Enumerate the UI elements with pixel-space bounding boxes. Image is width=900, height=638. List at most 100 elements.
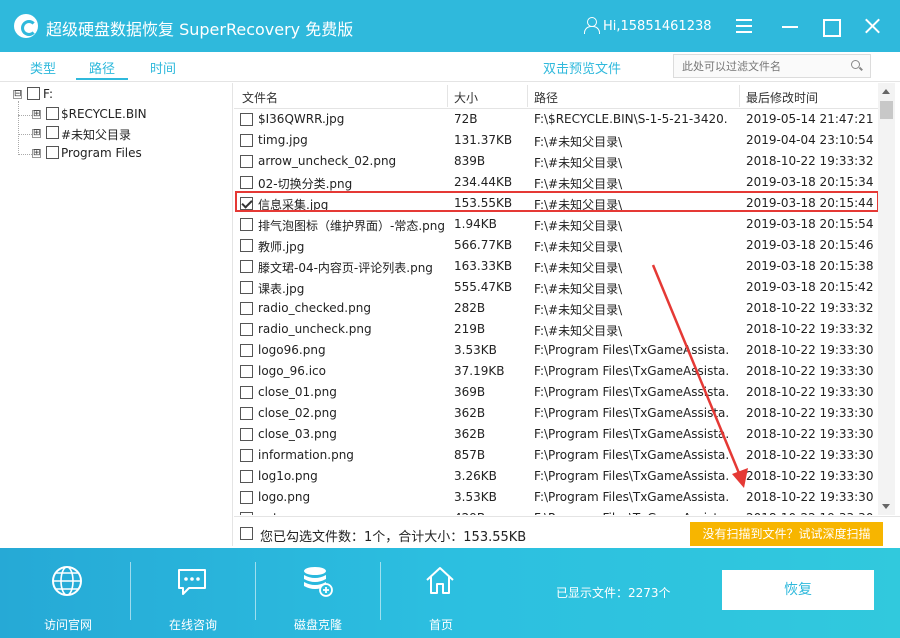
- table-row[interactable]: close_01.png 369B F:\Program Files\TxGameA…: [234, 382, 878, 403]
- row-checkbox[interactable]: [240, 512, 253, 515]
- folder-tree: ⊟ F: ⊞ $RECYCLE.BIN ⊞ #未知父目录 ⊞ Program F…: [0, 83, 233, 546]
- table-row[interactable]: 排气泡图标（维护界面）-常态.png 1.94KB F:\#未知父目录\ 2019-0…: [234, 214, 878, 235]
- row-checkbox[interactable]: [240, 470, 253, 483]
- filter-input[interactable]: [673, 54, 871, 78]
- file-name-cell: log1o.png: [258, 469, 318, 483]
- table-row[interactable]: timg.jpg 131.37KB F:\#未知父目录\ 2019-04-04 23:…: [234, 130, 878, 151]
- user-account[interactable]: Hi,15851461238: [584, 17, 712, 34]
- row-checkbox[interactable]: [240, 134, 253, 147]
- file-time-cell: 2018-10-22 19:33:30: [746, 364, 874, 378]
- column-header-size[interactable]: 大小: [454, 89, 478, 106]
- file-path-cell: F:\#未知父目录\: [534, 261, 623, 275]
- scroll-down-icon[interactable]: [882, 504, 890, 509]
- home-icon: [426, 567, 454, 594]
- search-icon[interactable]: [851, 60, 860, 69]
- tab-path[interactable]: 路径: [76, 58, 128, 80]
- table-row[interactable]: note.png 429B F:\Program Files\TxGameAssis…: [234, 508, 878, 515]
- nav-home[interactable]: 首页: [379, 560, 503, 632]
- column-header-name[interactable]: 文件名: [242, 89, 278, 106]
- collapse-icon[interactable]: ⊟: [13, 90, 22, 99]
- file-name-cell: radio_checked.png: [258, 301, 371, 315]
- menu-icon[interactable]: [732, 14, 756, 38]
- table-row[interactable]: 02-切换分类.png 234.44KB F:\#未知父目录\ 2019-03-18 …: [234, 172, 878, 193]
- table-row[interactable]: logo96.png 3.53KB F:\Program Files\TxGameA…: [234, 340, 878, 361]
- file-path-cell: F:\$RECYCLE.BIN\S-1-5-21-3420...: [534, 112, 728, 126]
- file-name-cell: logo96.png: [258, 343, 326, 357]
- file-name-cell: radio_uncheck.png: [258, 322, 372, 336]
- file-time-cell: 2019-03-18 20:15:54: [746, 217, 874, 231]
- row-checkbox[interactable]: [240, 197, 253, 210]
- row-checkbox[interactable]: [240, 407, 253, 420]
- table-row[interactable]: close_03.png 362B F:\Program Files\TxGameA…: [234, 424, 878, 445]
- checkbox[interactable]: [46, 126, 59, 139]
- file-path-cell: F:\#未知父目录\: [534, 303, 623, 317]
- row-checkbox[interactable]: [240, 239, 253, 252]
- table-row[interactable]: logo_96.ico 37.19KB F:\Program Files\TxGam…: [234, 361, 878, 382]
- table-row[interactable]: 课表.jpg 555.47KB F:\#未知父目录\ 2019-03-18 20:15…: [234, 277, 878, 298]
- table-row[interactable]: log1o.png 3.26KB F:\Program Files\TxGameAs…: [234, 466, 878, 487]
- column-header-path[interactable]: 路径: [534, 89, 558, 106]
- row-checkbox[interactable]: [240, 176, 253, 189]
- row-checkbox[interactable]: [240, 428, 253, 441]
- tab-type[interactable]: 类型: [28, 58, 58, 80]
- file-time-cell: 2018-10-22 19:33:30: [746, 427, 874, 441]
- file-path-cell: F:\Program Files\TxGameAssista...: [534, 490, 728, 504]
- tab-time[interactable]: 时间: [148, 58, 178, 80]
- table-row[interactable]: 信息采集.jpg 153.55KB F:\#未知父目录\ 2019-03-18 20:…: [234, 193, 878, 214]
- table-row[interactable]: close_02.png 362B F:\Program Files\TxGameA…: [234, 403, 878, 424]
- expand-icon[interactable]: ⊞: [32, 149, 41, 158]
- table-row[interactable]: radio_checked.png 282B F:\#未知父目录\ 2018-10-2…: [234, 298, 878, 319]
- scroll-up-icon[interactable]: [882, 89, 890, 94]
- checkbox[interactable]: [46, 107, 59, 120]
- nav-online-consult[interactable]: 在线咨询: [131, 560, 255, 632]
- close-button[interactable]: [860, 14, 884, 38]
- row-checkbox[interactable]: [240, 281, 253, 294]
- globe-icon: [52, 566, 82, 596]
- file-time-cell: 2018-10-22 19:33:30: [746, 343, 874, 357]
- file-name-cell: $I36QWRR.jpg: [258, 112, 345, 126]
- expand-icon[interactable]: ⊞: [32, 110, 41, 119]
- row-checkbox[interactable]: [240, 302, 253, 315]
- file-path-cell: F:\Program Files\TxGameAssista...: [534, 385, 728, 399]
- expand-icon[interactable]: ⊞: [32, 129, 41, 138]
- file-time-cell: 2019-03-18 20:15:34: [746, 175, 874, 189]
- checkbox[interactable]: [46, 146, 59, 159]
- table-row[interactable]: arrow_uncheck_02.png 839B F:\#未知父目录\ 2018-1…: [234, 151, 878, 172]
- table-row[interactable]: information.png 857B F:\Program Files\TxGa…: [234, 445, 878, 466]
- table-row[interactable]: 滕文珺-04-内容页-评论列表.png 163.33KB F:\#未知父目录\ 201…: [234, 256, 878, 277]
- minimize-button[interactable]: [778, 14, 802, 38]
- row-checkbox[interactable]: [240, 386, 253, 399]
- file-path-cell: F:\Program Files\TxGameAssista...: [534, 364, 728, 378]
- file-time-cell: 2019-05-14 21:47:21: [746, 112, 874, 126]
- recover-button[interactable]: 恢复: [722, 570, 874, 610]
- vertical-scrollbar[interactable]: [878, 83, 895, 515]
- nav-disk-clone[interactable]: 磁盘克隆: [256, 560, 380, 632]
- row-checkbox[interactable]: [240, 449, 253, 462]
- row-checkbox[interactable]: [240, 365, 253, 378]
- row-checkbox[interactable]: [240, 113, 253, 126]
- table-row[interactable]: 教师.jpg 566.77KB F:\#未知父目录\ 2019-03-18 20:15…: [234, 235, 878, 256]
- file-size-cell: 3.53KB: [454, 490, 497, 504]
- bottom-toolbar: 访问官网 在线咨询 磁盘克隆 首页 已显示文件：2273个 恢复: [0, 548, 900, 638]
- row-checkbox[interactable]: [240, 260, 253, 273]
- table-row[interactable]: logo.png 3.53KB F:\Program Files\TxGameAss…: [234, 487, 878, 508]
- checkbox[interactable]: [27, 87, 40, 100]
- maximize-button[interactable]: [818, 14, 842, 38]
- row-checkbox[interactable]: [240, 344, 253, 357]
- file-size-cell: 234.44KB: [454, 175, 513, 189]
- table-row[interactable]: radio_uncheck.png 219B F:\#未知父目录\ 2018-10-2…: [234, 319, 878, 340]
- row-checkbox[interactable]: [240, 218, 253, 231]
- file-size-cell: 1.94KB: [454, 217, 497, 231]
- row-checkbox[interactable]: [240, 491, 253, 504]
- column-header-time[interactable]: 最后修改时间: [746, 89, 818, 106]
- row-checkbox[interactable]: [240, 155, 253, 168]
- deep-scan-button[interactable]: 没有扫描到文件？试试深度扫描: [690, 522, 883, 546]
- select-all-checkbox[interactable]: [240, 527, 253, 540]
- file-time-cell: 2019-03-18 20:15:38: [746, 259, 874, 273]
- nav-official-site[interactable]: 访问官网: [6, 560, 130, 632]
- file-path-cell: F:\Program Files\TxGameAssista...: [534, 427, 728, 441]
- table-row[interactable]: $I36QWRR.jpg 72B F:\$RECYCLE.BIN\S-1-5-21-…: [234, 109, 878, 130]
- scroll-thumb[interactable]: [880, 101, 893, 119]
- row-checkbox[interactable]: [240, 323, 253, 336]
- file-size-cell: 3.26KB: [454, 469, 497, 483]
